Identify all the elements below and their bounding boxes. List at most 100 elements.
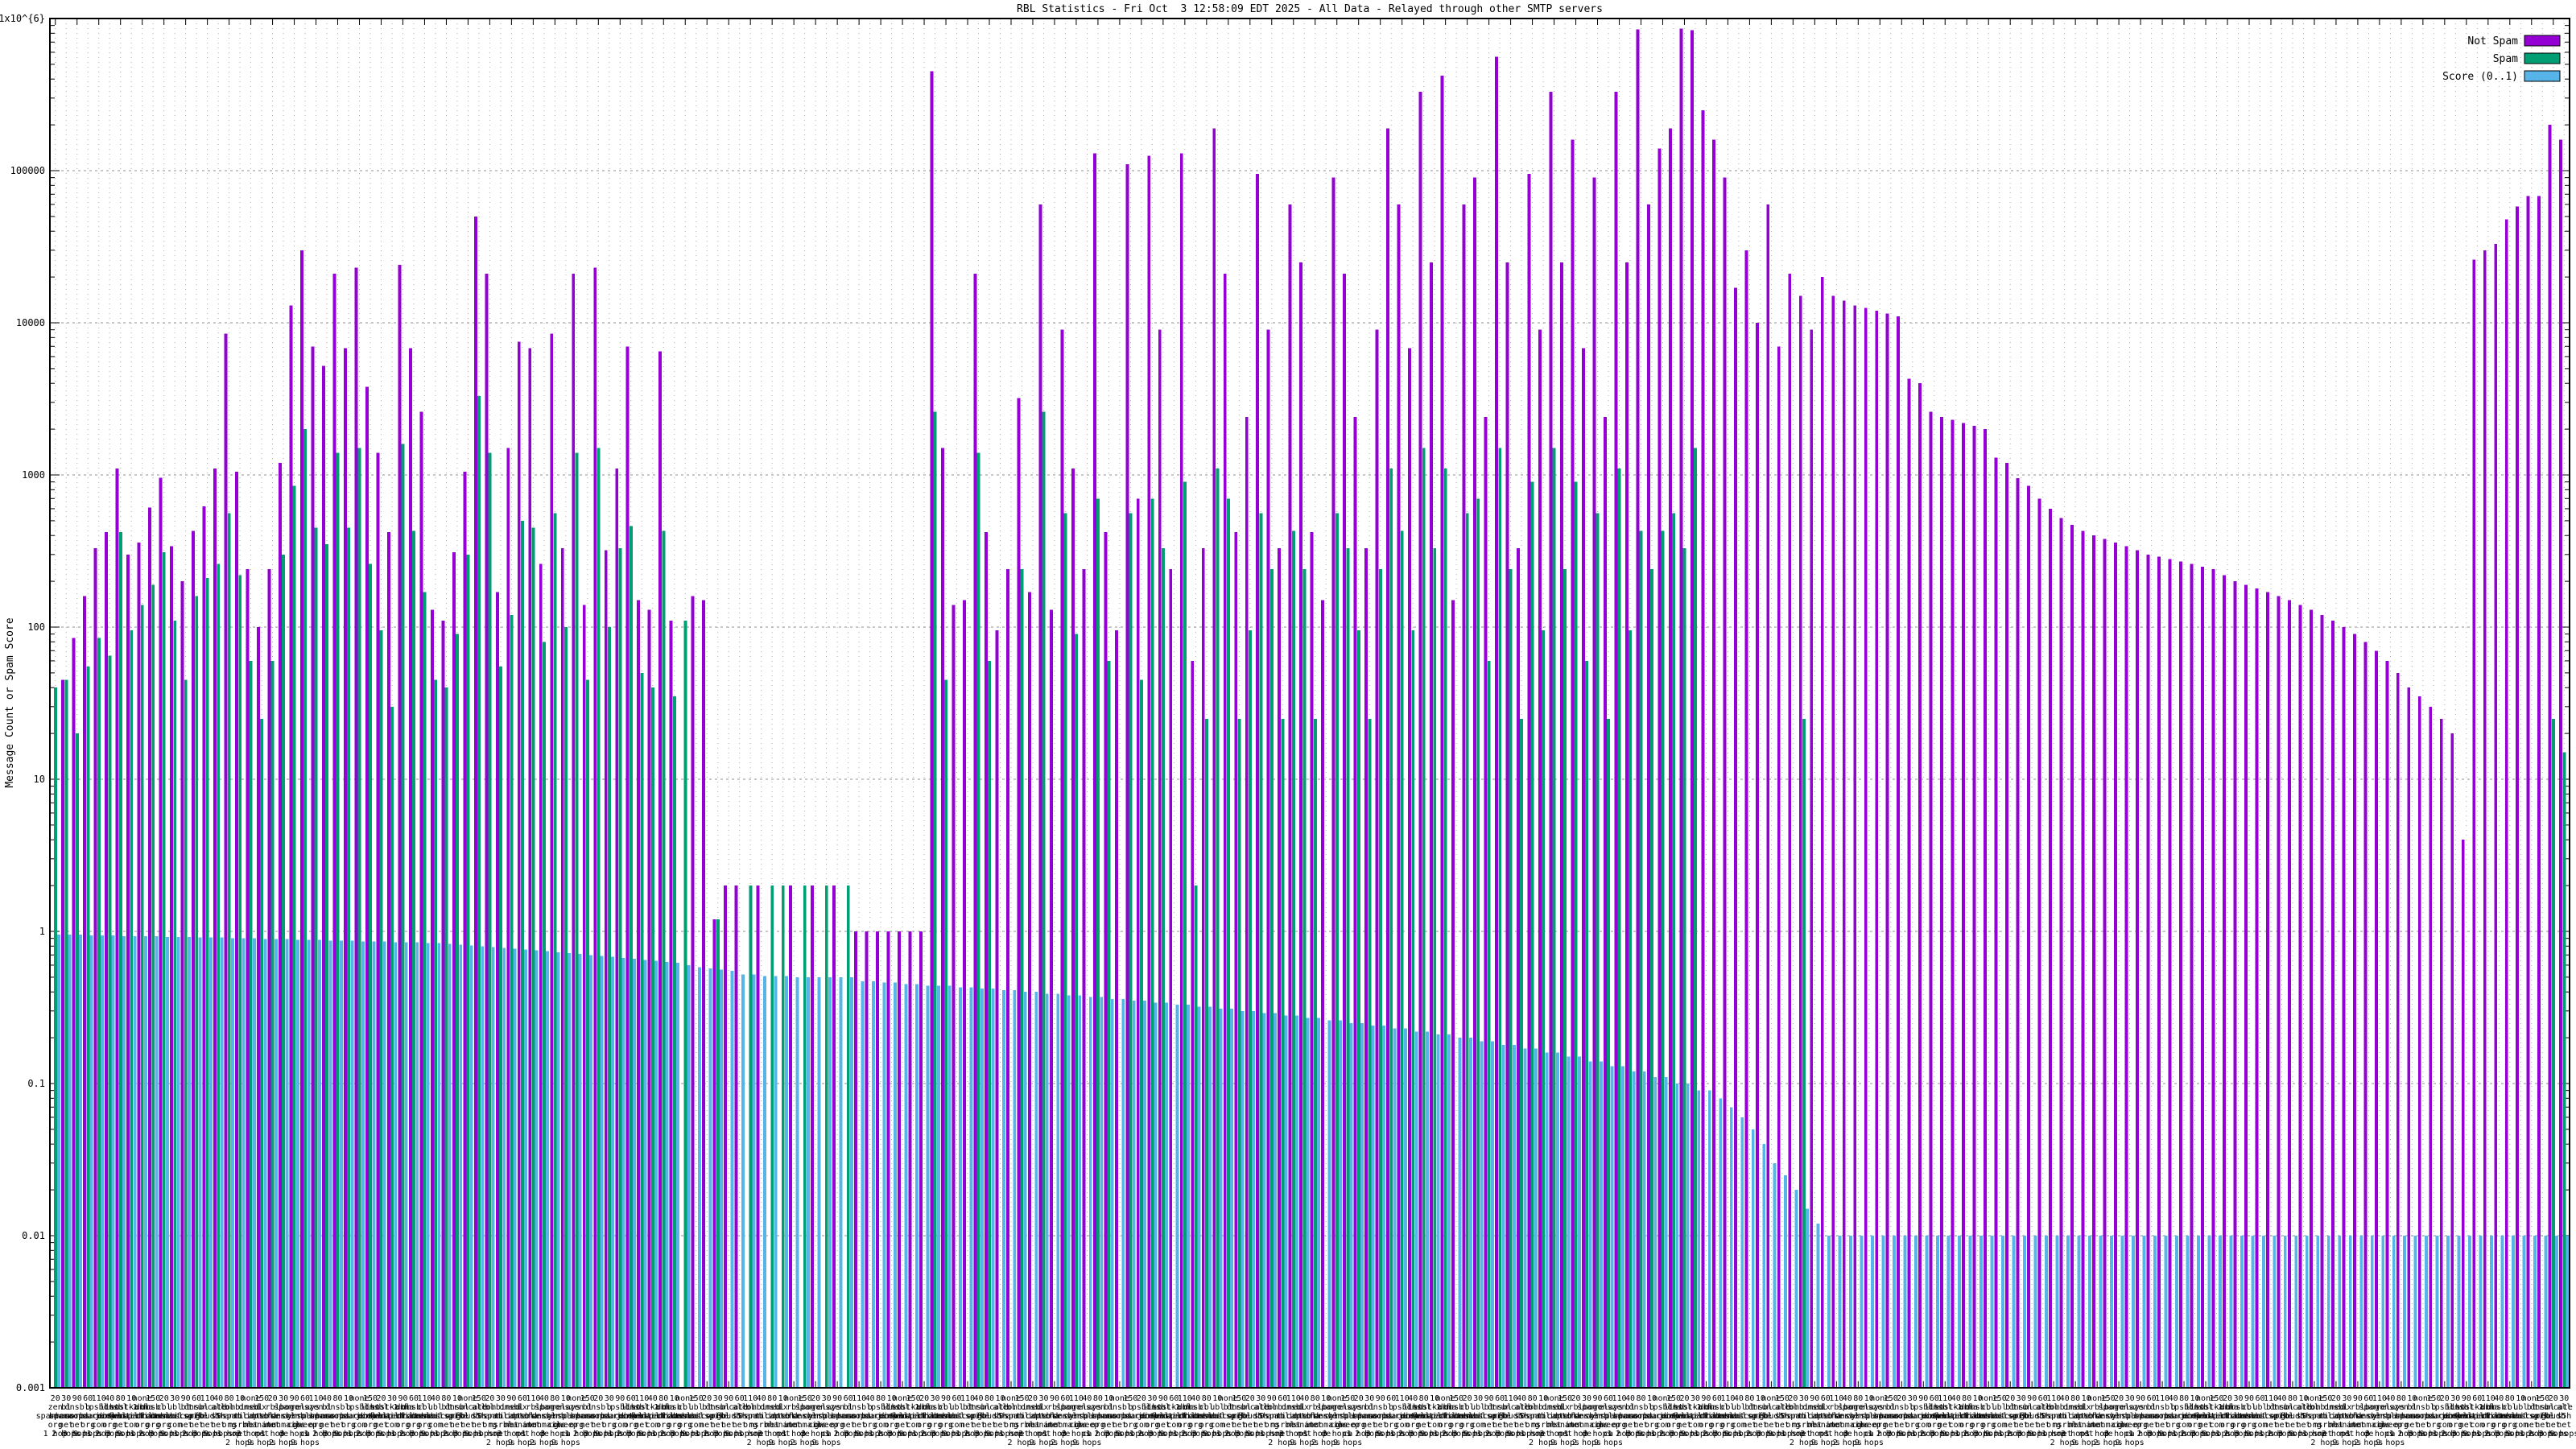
bar-group-32 (398, 265, 408, 1389)
spam-bar (303, 429, 308, 1388)
score-bar (2446, 1236, 2450, 1388)
score-bar (1979, 1236, 1983, 1388)
x-tick-label-line: 30 (1147, 1394, 1157, 1403)
notspam-bar (1853, 305, 1857, 1389)
score-bar (1881, 1236, 1885, 1388)
bar-group-227 (2516, 206, 2526, 1389)
score-bar (1751, 1129, 1755, 1388)
bar-group-91 (1038, 204, 1049, 1389)
spam-bar (1563, 569, 1567, 1388)
notspam-bar (311, 346, 315, 1388)
x-tick-label-line: 40 (2277, 1394, 2286, 1403)
x-tick-label-line: 40 (1625, 1394, 1635, 1403)
bar-group-125 (1408, 348, 1418, 1388)
x-tick-label-line: 30 (1690, 1394, 1700, 1403)
bar-group-74 (854, 931, 865, 1388)
bar-group-144 (1614, 92, 1624, 1389)
bar-group-54 (637, 600, 647, 1388)
notspam-bar (2190, 564, 2194, 1388)
notspam-bar (1538, 329, 1542, 1388)
bar-group-13 (192, 530, 202, 1388)
bar-group-2 (72, 638, 82, 1388)
bar-group-89 (1017, 398, 1027, 1388)
bar-group-150 (1679, 28, 1690, 1388)
spam-bar (1063, 513, 1067, 1388)
spam-bar (1585, 660, 1589, 1388)
notspam-bar (1885, 313, 1889, 1388)
x-tick-label-line: 90 (1592, 1394, 1602, 1403)
x-tick-label-line: 30 (2342, 1394, 2351, 1403)
score-bar (242, 938, 246, 1388)
notspam-bar (1451, 600, 1455, 1388)
score-bar (1849, 1236, 1853, 1388)
notspam-bar (1842, 300, 1846, 1388)
notspam-bar (2081, 530, 2085, 1388)
x-tick-label-line: 150 (906, 1394, 921, 1403)
bar-group-30 (376, 452, 386, 1388)
score-bar (1067, 995, 1071, 1388)
notspam-bar (473, 216, 477, 1388)
score-bar (1284, 1015, 1288, 1388)
bar-group-224 (2483, 250, 2494, 1388)
score-bar (426, 943, 430, 1388)
spam-bar (1096, 498, 1100, 1388)
y-tick-label: 0.1 (27, 1078, 45, 1089)
bar-group-51 (604, 550, 615, 1388)
bar-group-25 (321, 365, 332, 1389)
bar-group-208 (2309, 609, 2320, 1388)
x-tick-label-line: ubl (167, 1403, 182, 1412)
bar-group-203 (2255, 588, 2265, 1388)
y-tick-label: 1000 (22, 469, 45, 481)
score-bar (502, 947, 506, 1388)
score-bar (1371, 1026, 1375, 1388)
spam-bar (1607, 718, 1611, 1388)
bar-group-109 (1234, 532, 1245, 1389)
score-bar (415, 942, 419, 1388)
bar-group-31 (386, 532, 398, 1389)
score-bar (1675, 1084, 1679, 1388)
bar-group-15 (213, 469, 224, 1389)
spam-bar (1162, 548, 1165, 1388)
bar-group-40 (485, 274, 495, 1389)
bar-group-200 (2222, 575, 2233, 1388)
bar-group-28 (354, 267, 365, 1388)
notspam-bar (2277, 596, 2281, 1388)
spam-bar (1368, 718, 1372, 1388)
notspam-bar (343, 348, 347, 1388)
x-tick-label-line: 90 (832, 1394, 842, 1403)
score-bar (1121, 998, 1125, 1388)
x-tick-label-line: ubl (1210, 1403, 1224, 1412)
x-tick-label-line: 80 (332, 1394, 342, 1403)
notspam-bar (1005, 569, 1009, 1388)
score-bar (459, 944, 463, 1388)
x-tick-label-line: 110 (200, 1394, 215, 1403)
score-bar (2261, 1236, 2265, 1388)
bar-group-128 (1440, 76, 1451, 1389)
bar-group-136 (1527, 174, 1538, 1389)
score-bar (665, 961, 669, 1388)
score-bar (1154, 1002, 1158, 1388)
score-bar (730, 971, 734, 1388)
bar-group-76 (876, 931, 886, 1388)
score-bar (188, 936, 191, 1388)
score-bar (2512, 1236, 2516, 1388)
score-bar (252, 938, 256, 1388)
notspam-bar (2309, 609, 2313, 1388)
score-bar (2164, 1236, 2168, 1388)
x-tick-label-line: 80 (1962, 1394, 1971, 1403)
notspam-bar (289, 305, 293, 1389)
notspam-bar (2342, 627, 2346, 1388)
notspam-bar (1951, 419, 1955, 1388)
bar-group-143 (1603, 417, 1614, 1388)
notspam-bar (984, 532, 988, 1389)
bar-group-21 (279, 463, 289, 1388)
notspam-bar (973, 274, 977, 1389)
notspam-bar (582, 605, 586, 1388)
spam-bar (1216, 469, 1220, 1389)
score-bar (2099, 1236, 2103, 1388)
y-axis-label: Message Count or Spam Score (4, 617, 16, 787)
plot-area: 1x10^{6} 100000 10000 1000 100 10 1 0.1 0.01 0.00… (0, 13, 2576, 1447)
score-bar (1816, 1224, 1820, 1388)
notspam-bar (386, 532, 390, 1389)
notspam-bar (1994, 457, 1998, 1389)
